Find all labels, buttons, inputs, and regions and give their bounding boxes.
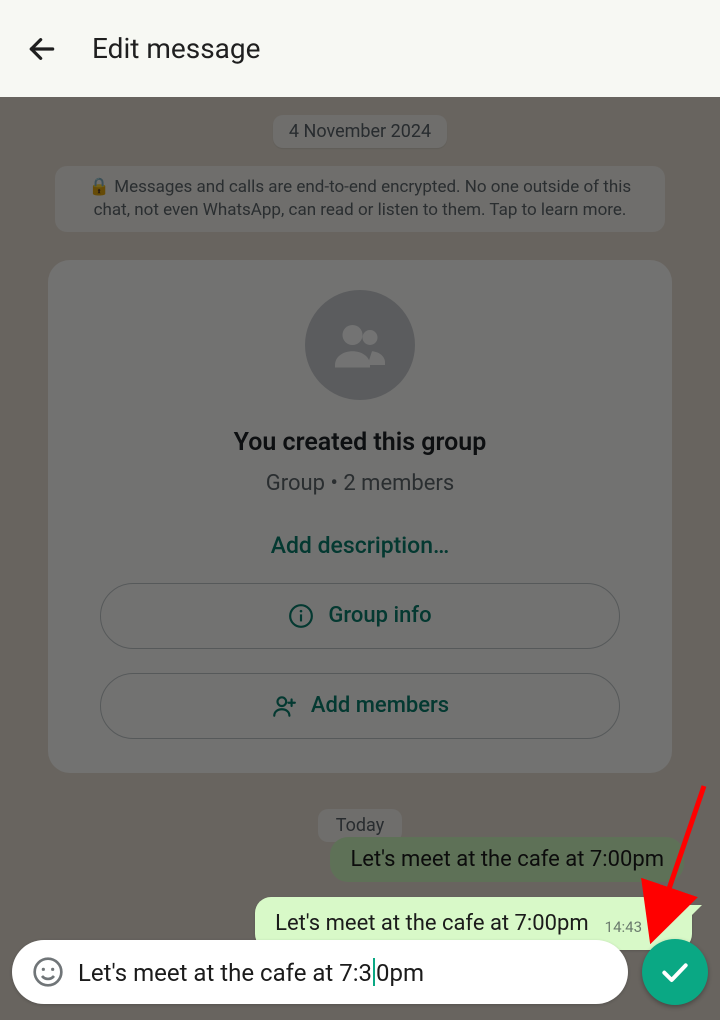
emoji-button[interactable]	[30, 954, 66, 990]
message-input-container[interactable]: Let's meet at the cafe at 7:30pm	[12, 940, 628, 1004]
arrow-left-icon	[26, 33, 58, 65]
text-caret	[373, 958, 375, 986]
back-button[interactable]	[20, 27, 64, 71]
message-timestamp: 14:43	[605, 918, 642, 936]
message-text: Let's meet at the cafe at 7:00pm	[275, 911, 589, 936]
check-icon	[659, 956, 691, 988]
edit-input-row: Let's meet at the cafe at 7:30pm	[12, 936, 708, 1008]
read-receipt-icon	[652, 916, 674, 936]
input-text-after-caret: 0pm	[376, 959, 424, 987]
page-title: Edit message	[92, 32, 260, 65]
edit-message-header: Edit message	[0, 0, 720, 97]
input-text-before-caret: Let's meet at the cafe at 7:3	[78, 959, 372, 987]
message-input[interactable]: Let's meet at the cafe at 7:30pm	[78, 958, 610, 987]
modal-dim-overlay[interactable]	[0, 97, 720, 1020]
confirm-edit-button[interactable]	[642, 939, 708, 1005]
emoji-icon	[32, 956, 64, 988]
